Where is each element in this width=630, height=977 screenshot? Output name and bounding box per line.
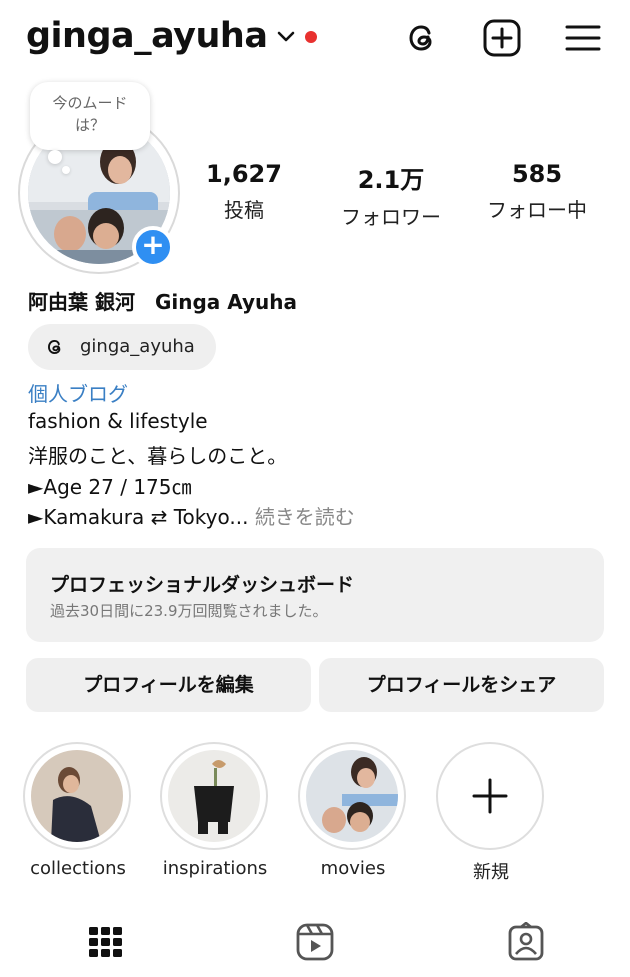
grid-icon[interactable]: [86, 922, 126, 962]
read-more-link[interactable]: 続きを読む: [255, 505, 355, 529]
threads-icon[interactable]: [402, 18, 442, 58]
highlight-ring: [298, 742, 406, 850]
highlight-label: movies: [320, 858, 386, 879]
highlight-collections[interactable]: collections: [23, 742, 133, 879]
category-link[interactable]: 個人ブログ: [28, 378, 128, 407]
highlight-label: inspirations: [162, 858, 268, 879]
note-bubble-tail: [48, 150, 62, 164]
highlight-cover: [31, 750, 123, 842]
highlight-cover: [306, 750, 398, 842]
bio-line: fashion & lifestyle: [28, 409, 208, 433]
stat-posts-label: 投稿: [224, 198, 264, 222]
highlight-ring: [436, 742, 544, 850]
threads-icon: [48, 340, 61, 354]
highlight-label: collections: [30, 858, 126, 879]
notification-dot: [305, 31, 317, 43]
bio-line: ►Kamakura ⇄ Tokyo...: [28, 505, 249, 529]
menu-icon[interactable]: [563, 18, 603, 58]
create-post-icon[interactable]: [482, 18, 522, 58]
stat-posts-value: 1,627: [206, 160, 282, 188]
full-name: 阿由葉 銀河 Ginga Ayuha: [28, 290, 298, 314]
stat-posts[interactable]: 1,627 投稿: [174, 160, 314, 223]
stat-following[interactable]: 585 フォロー中: [467, 160, 607, 223]
bio-line: 洋服のこと、暮らしのこと。: [28, 444, 288, 468]
threads-badge[interactable]: ginga_ayuha: [28, 324, 216, 370]
highlight-inspirations[interactable]: inspirations: [160, 742, 270, 879]
stat-followers-label: フォロワー: [341, 205, 441, 229]
bio-last-line: ►Kamakura ⇄ Tokyo... 続きを読む: [28, 501, 355, 530]
profile-tab-bar: [0, 910, 630, 977]
stat-followers[interactable]: 2.1万 フォロワー: [321, 160, 461, 230]
stat-followers-value: 2.1万: [357, 166, 425, 194]
plus-icon: [472, 778, 508, 814]
dashboard-subtitle: 過去30日間に23.9万回閲覧されました。: [50, 602, 328, 620]
note-bubble-text: 今のムード は？: [52, 94, 128, 134]
highlight-label: 新規: [473, 862, 509, 883]
professional-dashboard[interactable]: プロフェッショナルダッシュボード 過去30日間に23.9万回閲覧されました。: [26, 548, 604, 642]
tagged-icon[interactable]: [506, 922, 546, 962]
stat-following-label: フォロー中: [487, 198, 587, 222]
highlight-cover: [168, 750, 260, 842]
reels-icon[interactable]: [295, 922, 335, 962]
highlight-ring: [160, 742, 268, 850]
highlight-ring: [23, 742, 131, 850]
chevron-down-icon[interactable]: [276, 30, 296, 44]
threads-handle: ginga_ayuha: [80, 336, 195, 357]
bio-line: ►Age 27 / 175㎝: [28, 475, 192, 499]
share-profile-button[interactable]: プロフィールをシェア: [319, 658, 604, 712]
stat-following-value: 585: [511, 160, 563, 188]
dashboard-title: プロフェッショナルダッシュボード: [50, 574, 355, 596]
profile-header: ginga_ayuha: [0, 0, 630, 80]
note-bubble-tail-small: [62, 166, 70, 174]
add-story-button[interactable]: +: [132, 226, 174, 268]
highlight-new[interactable]: 新規: [436, 742, 546, 884]
edit-profile-button[interactable]: プロフィールを編集: [26, 658, 311, 712]
note-bubble[interactable]: 今のムード は？: [30, 82, 150, 150]
highlight-movies[interactable]: movies: [298, 742, 408, 879]
username-switcher[interactable]: ginga_ayuha: [26, 16, 268, 56]
